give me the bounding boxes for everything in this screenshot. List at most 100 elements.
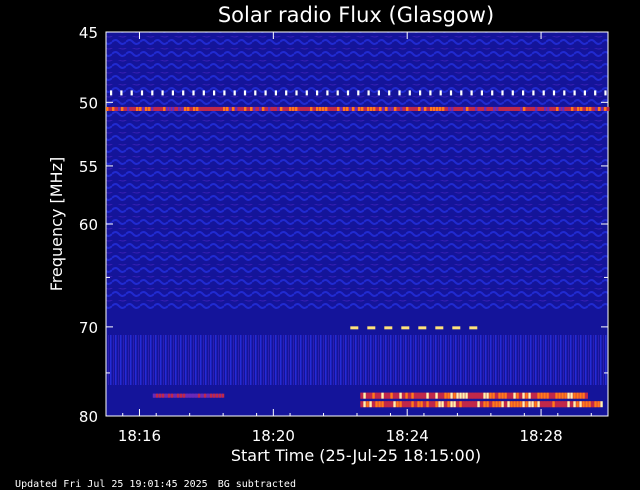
band-cell bbox=[127, 106, 130, 111]
band-cell bbox=[495, 401, 498, 408]
band-cell bbox=[399, 392, 402, 399]
band-cell bbox=[391, 106, 394, 111]
band-cell bbox=[432, 401, 435, 408]
band-cell bbox=[223, 106, 226, 111]
band-cell bbox=[543, 392, 546, 399]
band-cell bbox=[450, 392, 453, 399]
band-cell bbox=[438, 401, 441, 408]
band-cell bbox=[295, 106, 298, 111]
band-cell bbox=[411, 392, 414, 399]
dashed-marker bbox=[469, 326, 478, 330]
x-tick-label: 18:28 bbox=[519, 427, 562, 445]
band-cell bbox=[553, 106, 556, 111]
band-cell bbox=[378, 392, 381, 399]
band-cell bbox=[583, 106, 586, 111]
band-cell bbox=[528, 392, 531, 399]
band-cell bbox=[466, 106, 469, 111]
band-cell bbox=[460, 106, 463, 111]
band-cell bbox=[176, 393, 180, 398]
feature-band bbox=[106, 106, 610, 111]
band-cell bbox=[436, 106, 439, 111]
band-cell bbox=[564, 401, 567, 408]
band-cell bbox=[364, 106, 367, 111]
band-cell bbox=[477, 401, 480, 408]
feature-band bbox=[360, 392, 588, 399]
band-cell bbox=[217, 106, 220, 111]
band-cell bbox=[196, 106, 199, 111]
band-cell bbox=[580, 106, 583, 111]
band-cell bbox=[504, 401, 507, 408]
band-cell bbox=[369, 401, 372, 408]
band-cell bbox=[567, 392, 570, 399]
band-cell bbox=[420, 392, 423, 399]
band-cell bbox=[369, 392, 372, 399]
band-cell bbox=[121, 106, 124, 111]
band-cell bbox=[130, 106, 133, 111]
band-cell bbox=[378, 401, 381, 408]
band-cell bbox=[552, 401, 555, 408]
band-cell bbox=[214, 106, 217, 111]
dotted-marker bbox=[511, 90, 514, 96]
band-cell bbox=[424, 106, 427, 111]
band-cell bbox=[244, 106, 247, 111]
band-cell bbox=[158, 393, 162, 398]
band-cell bbox=[292, 106, 295, 111]
band-cell bbox=[483, 392, 486, 399]
band-cell bbox=[298, 106, 301, 111]
band-cell bbox=[409, 106, 412, 111]
band-cell bbox=[591, 401, 594, 408]
band-cell bbox=[480, 401, 483, 408]
band-cell bbox=[421, 106, 424, 111]
band-cell bbox=[447, 392, 450, 399]
band-cell bbox=[472, 106, 475, 111]
dotted-marker bbox=[285, 90, 288, 96]
band-cell bbox=[301, 106, 304, 111]
band-cell bbox=[570, 392, 573, 399]
band-cell bbox=[265, 106, 268, 111]
band-cell bbox=[463, 106, 466, 111]
band-cell bbox=[202, 106, 205, 111]
band-cell bbox=[582, 392, 585, 399]
band-cell bbox=[550, 106, 553, 111]
feature-band bbox=[360, 401, 603, 408]
band-cell bbox=[346, 106, 349, 111]
band-cell bbox=[205, 106, 208, 111]
band-cell bbox=[390, 392, 393, 399]
band-cell bbox=[453, 392, 456, 399]
band-cell bbox=[139, 106, 142, 111]
band-cell bbox=[582, 401, 585, 408]
dotted-marker bbox=[367, 90, 370, 96]
band-cell bbox=[390, 401, 393, 408]
band-cell bbox=[238, 106, 241, 111]
band-cell bbox=[372, 401, 375, 408]
band-cell bbox=[382, 106, 385, 111]
band-cell bbox=[397, 106, 400, 111]
band-cell bbox=[600, 401, 603, 408]
band-cell bbox=[402, 392, 405, 399]
band-cell bbox=[199, 106, 202, 111]
band-cell bbox=[483, 401, 486, 408]
dotted-marker bbox=[542, 90, 545, 96]
band-cell bbox=[355, 106, 358, 111]
dotted-marker bbox=[326, 90, 329, 96]
updated-timestamp: Updated Fri Jul 25 19:01:45 2025 bbox=[15, 479, 208, 490]
band-cell bbox=[200, 393, 204, 398]
band-cell bbox=[516, 392, 519, 399]
band-cell bbox=[387, 401, 390, 408]
band-cell bbox=[601, 106, 604, 111]
band-cell bbox=[145, 106, 148, 111]
dashed-marker bbox=[418, 326, 427, 330]
band-cell bbox=[185, 393, 189, 398]
band-cell bbox=[501, 392, 504, 399]
dotted-marker bbox=[408, 90, 411, 96]
band-cell bbox=[376, 106, 379, 111]
band-cell bbox=[526, 106, 529, 111]
band-cell bbox=[396, 392, 399, 399]
band-cell bbox=[489, 392, 492, 399]
band-cell bbox=[522, 392, 525, 399]
band-cell bbox=[586, 106, 589, 111]
band-cell bbox=[471, 392, 474, 399]
band-cell bbox=[274, 106, 277, 111]
band-cell bbox=[334, 106, 337, 111]
band-cell bbox=[405, 392, 408, 399]
